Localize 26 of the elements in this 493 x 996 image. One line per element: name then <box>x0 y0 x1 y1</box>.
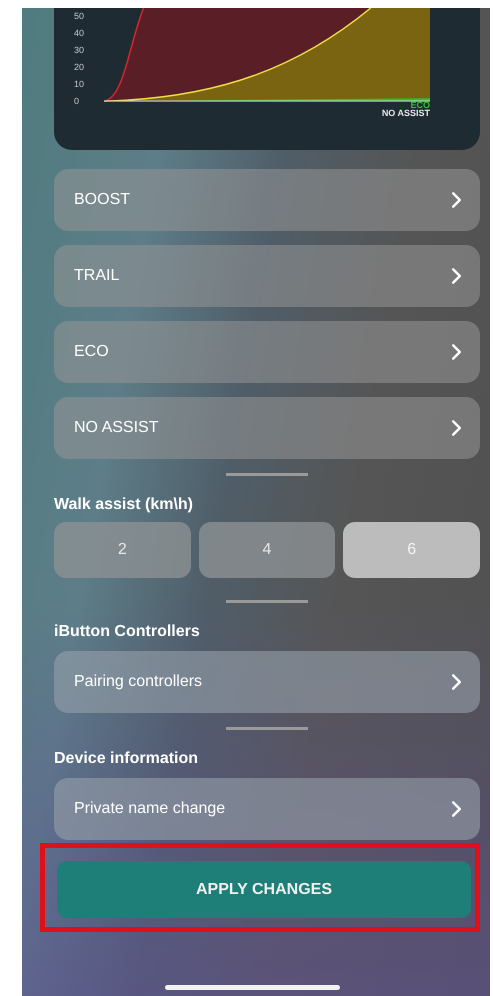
mode-row[interactable]: BOOST <box>54 169 480 231</box>
chevron-right-icon <box>451 343 462 361</box>
axis-tick-label: 30 <box>74 44 86 57</box>
series-label: NO ASSIST <box>382 109 430 117</box>
series-label: ECO <box>410 101 430 109</box>
settings-row[interactable]: Pairing controllers <box>54 651 480 713</box>
axis-tick-label: 50 <box>74 10 86 23</box>
axis-tick-label: 20 <box>74 61 86 74</box>
mode-row[interactable]: NO ASSIST <box>54 397 480 459</box>
chevron-right-icon <box>451 191 462 209</box>
chevron-right-icon <box>451 800 462 818</box>
chevron-right-icon <box>451 267 462 285</box>
mode-row[interactable]: ECO <box>54 321 480 383</box>
axis-tick-label: 0 <box>74 95 80 108</box>
mode-row[interactable]: TRAIL <box>54 245 480 307</box>
speed-option[interactable]: 2 <box>54 522 191 578</box>
axis-tick-label: 10 <box>74 78 86 91</box>
section-title: iButton Controllers <box>54 623 201 641</box>
chevron-right-icon <box>451 419 462 437</box>
axis-tick-label: 40 <box>74 27 86 40</box>
chevron-right-icon <box>451 673 462 691</box>
section-title: Walk assist (km\h) <box>54 496 194 514</box>
settings-row[interactable]: Private name change <box>54 778 480 840</box>
speed-option[interactable]: 4 <box>198 522 336 578</box>
section-title: Device information <box>54 750 200 768</box>
apply-changes-button[interactable]: APPLY CHANGES <box>57 861 471 918</box>
